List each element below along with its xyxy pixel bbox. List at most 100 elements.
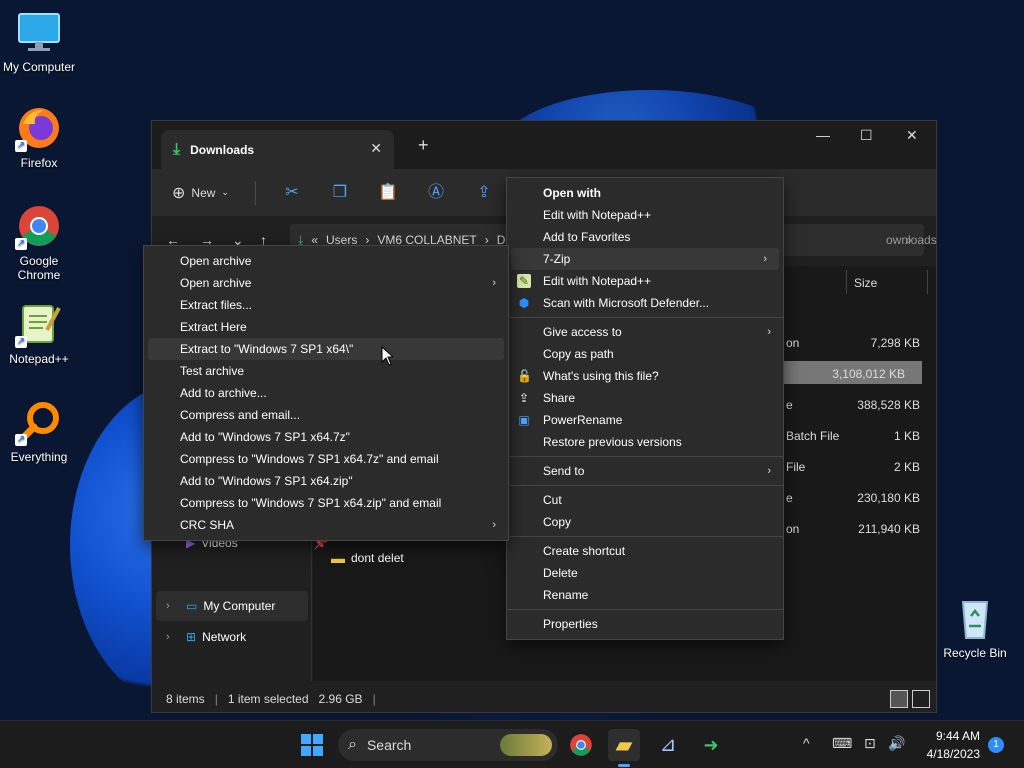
column-header-size[interactable]: Size [854, 276, 877, 290]
nav-item-label: Network [202, 630, 247, 644]
menu-item-rename[interactable]: Rename [507, 584, 783, 606]
desktop-icon-firefox[interactable]: ↗ Firefox [1, 104, 77, 170]
zip-item-open-archive[interactable]: Open archive [144, 250, 508, 272]
menu-item-powerrename[interactable]: ▣ PowerRename [507, 409, 783, 431]
menu-item-add-favorites[interactable]: Add to Favorites [507, 226, 783, 248]
zip-item-add-zip[interactable]: Add to "Windows 7 SP1 x64.zip" [144, 470, 508, 492]
menu-item-scan-defender[interactable]: ⬢ Scan with Microsoft Defender... [507, 292, 783, 314]
zip-item-compress-zip-email[interactable]: Compress to "Windows 7 SP1 x64.zip" and … [144, 492, 508, 514]
menu-item-label: Delete [543, 566, 578, 580]
menu-item-label: Add to "Windows 7 SP1 x64.7z" [180, 430, 350, 444]
close-button[interactable]: ✕ [906, 127, 918, 144]
menu-item-delete[interactable]: Delete [507, 562, 783, 584]
zip-item-extract-files[interactable]: Extract files... [144, 294, 508, 316]
menu-item-open-with[interactable]: Open with [507, 182, 783, 204]
minimize-button[interactable]: — [816, 127, 830, 143]
zip-item-test-archive[interactable]: Test archive [144, 360, 508, 382]
tab-downloads[interactable]: ⤓ Downloads ✕ [161, 130, 394, 169]
zip-item-open-archive-sub[interactable]: Open archive › [144, 272, 508, 294]
7zip-submenu: Open archive Open archive › Extract files… [143, 245, 509, 541]
cut-icon[interactable]: ✂ [282, 183, 302, 203]
menu-item-give-access[interactable]: Give access to › [507, 321, 783, 343]
tiles-view-icon[interactable] [912, 690, 930, 708]
volume-icon[interactable]: 🔊 [888, 735, 905, 752]
recycle-bin-icon [951, 594, 999, 642]
rename-icon[interactable]: Ⓐ [426, 183, 446, 203]
file-size: 7,298 KB [870, 336, 920, 350]
status-divider: | [214, 692, 218, 706]
network-icon: ⊞ [186, 630, 197, 644]
menu-item-label: CRC SHA [180, 518, 235, 532]
menu-item-restore-versions[interactable]: Restore previous versions [507, 431, 783, 453]
status-size: 2.96 GB [318, 692, 363, 706]
zip-item-add-7z[interactable]: Add to "Windows 7 SP1 x64.7z" [144, 426, 508, 448]
start-button[interactable] [296, 729, 328, 761]
desktop-icon-everything[interactable]: ↗ Everything [1, 398, 77, 464]
chevron-right-icon[interactable]: › [166, 600, 180, 612]
new-button-label: New [191, 185, 216, 200]
network-tray-icon[interactable]: ⊡ [864, 735, 876, 752]
nav-item-my-computer[interactable]: › ▭ My Computer [156, 591, 308, 621]
menu-item-copy[interactable]: Copy [507, 511, 783, 533]
taskbar-clock[interactable]: 9:44 AM 4/18/2023 [920, 727, 980, 763]
maximize-button[interactable]: ☐ [860, 127, 873, 144]
chevron-right-icon: › [492, 519, 496, 531]
file-size: 230,180 KB [857, 491, 920, 505]
taskbar-chrome[interactable] [565, 729, 597, 761]
search-input[interactable]: ownloads ⌕ [764, 224, 937, 256]
zip-item-add-archive[interactable]: Add to archive... [144, 382, 508, 404]
desktop-icon-my-computer[interactable]: My Computer [1, 8, 77, 74]
shortcut-arrow-icon: ↗ [15, 336, 27, 348]
menu-item-label: Copy as path [543, 347, 614, 361]
search-highlight-image [500, 734, 552, 756]
copy-icon[interactable]: ❐ [330, 183, 350, 203]
menu-item-edit-notepadpp-2[interactable]: ✎ Edit with Notepad++ [507, 270, 783, 292]
zip-item-crc-sha[interactable]: CRC SHA › [144, 514, 508, 536]
taskbar-file-explorer[interactable]: ▰ [608, 729, 640, 767]
share-icon[interactable]: ⇪ [474, 183, 494, 203]
zip-item-compress-7z-email[interactable]: Compress to "Windows 7 SP1 x64.7z" and e… [144, 448, 508, 470]
folder-item[interactable]: ▬ dont delet [331, 550, 404, 566]
taskbar-search[interactable]: ⌕ Search [338, 729, 558, 761]
tab-close-icon[interactable]: ✕ [370, 140, 382, 157]
desktop-icon-recycle-bin[interactable]: Recycle Bin [937, 594, 1013, 660]
menu-item-create-shortcut[interactable]: Create shortcut [507, 540, 783, 562]
menu-item-edit-notepadpp[interactable]: Edit with Notepad++ [507, 204, 783, 226]
chevron-right-icon: › [767, 465, 771, 477]
status-selected: 1 item selected [227, 692, 309, 706]
chevron-right-icon[interactable]: › [166, 631, 180, 643]
status-bar: 8 items | 1 item selected 2.96 GB | [152, 686, 936, 712]
taskbar-resource-monitor[interactable]: ⊿ [652, 729, 684, 761]
zip-item-compress-email[interactable]: Compress and email... [144, 404, 508, 426]
file-size: 1 KB [893, 429, 920, 443]
menu-item-send-to[interactable]: Send to › [507, 460, 783, 482]
menu-item-cut[interactable]: Cut [507, 489, 783, 511]
lock-icon: 🔓 [517, 369, 532, 383]
document-arrow-icon: ➜ [703, 735, 719, 755]
menu-item-share[interactable]: ⇪ Share [507, 387, 783, 409]
file-size: 2 KB [893, 460, 920, 474]
details-view-icon[interactable] [890, 690, 908, 708]
menu-item-label: Copy [543, 515, 572, 529]
taskbar: ⌕ Search ▰ ⊿ ➜ ^ ⌨ ⊡ 🔊 9:44 AM 4/18/2023… [0, 720, 1024, 768]
menu-separator [507, 609, 783, 610]
menu-item-copy-path[interactable]: Copy as path [507, 343, 783, 365]
shortcut-arrow-icon: ↗ [15, 434, 27, 446]
keyboard-icon[interactable]: ⌨ [832, 735, 852, 752]
menu-item-properties[interactable]: Properties [507, 613, 783, 635]
taskbar-app-document[interactable]: ➜ [695, 729, 727, 761]
menu-item-7zip[interactable]: 7-Zip › [511, 248, 779, 270]
desktop-icon-notepadpp[interactable]: ↗ Notepad++ [1, 300, 77, 366]
nav-item-label: My Computer [203, 599, 276, 613]
zip-item-extract-here[interactable]: Extract Here [144, 316, 508, 338]
tray-overflow-icon[interactable]: ^ [803, 735, 810, 751]
zip-item-extract-to[interactable]: Extract to "Windows 7 SP1 x64\" [148, 338, 504, 360]
new-tab-button[interactable]: + [418, 135, 429, 156]
nav-item-network[interactable]: › ⊞ Network [166, 630, 246, 644]
menu-item-label: Edit with Notepad++ [543, 274, 652, 288]
paste-icon[interactable]: 📋 [378, 183, 398, 203]
new-button[interactable]: ⊕ New ⌄ [172, 183, 229, 203]
notification-badge[interactable]: 1 [988, 737, 1004, 753]
menu-item-whats-using[interactable]: 🔓 What's using this file? [507, 365, 783, 387]
desktop-icon-chrome[interactable]: ↗ Google Chrome [1, 202, 77, 282]
